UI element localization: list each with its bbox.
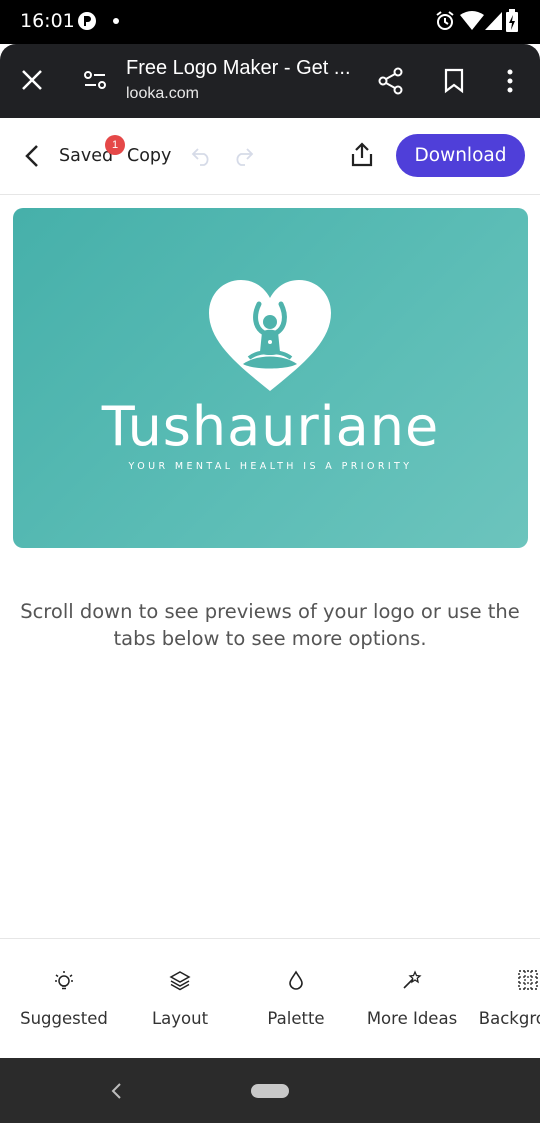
wifi-icon [460, 11, 484, 30]
page-url[interactable]: looka.com [126, 85, 199, 103]
home-pill[interactable] [251, 1084, 289, 1098]
notification-badge: 1 [105, 135, 125, 155]
logo-tagline: YOUR MENTAL HEALTH IS A PRIORITY [128, 461, 413, 472]
alarm-icon [436, 11, 454, 30]
tab-background[interactable]: Background [468, 939, 540, 1059]
tab-layout[interactable]: Layout [120, 939, 240, 1059]
nav-back-icon[interactable] [110, 1082, 122, 1100]
helper-text: Scroll down to see previews of your logo… [20, 600, 520, 650]
cellular-signal-icon [485, 12, 502, 30]
tab-label: Background [478, 1009, 540, 1028]
system-navigation-bar [0, 1058, 540, 1123]
back-chevron-icon[interactable] [24, 144, 40, 168]
tab-label: Suggested [20, 1009, 108, 1028]
bookmark-icon[interactable] [443, 68, 465, 94]
status-bar: 16:01 [0, 0, 540, 44]
download-button[interactable]: Download [396, 134, 525, 177]
site-settings-icon[interactable] [83, 68, 107, 92]
editor-toolbar: Saved 1 Copy Download [0, 118, 540, 195]
lightbulb-icon [55, 971, 73, 990]
redo-icon[interactable] [232, 146, 254, 166]
grid-icon [518, 970, 538, 990]
logo-brand-name: Tushauriane [101, 395, 440, 458]
export-share-icon[interactable] [350, 142, 374, 168]
magic-wand-icon [403, 970, 422, 989]
tab-label: Layout [151, 1009, 209, 1028]
tab-more-ideas[interactable]: More Ideas [352, 939, 472, 1059]
tab-palette[interactable]: Palette [236, 939, 356, 1059]
copy-button[interactable]: Copy [127, 146, 171, 166]
undo-icon[interactable] [191, 146, 213, 166]
tab-label: Palette [267, 1009, 325, 1028]
browser-toolbar: Free Logo Maker - Get ... looka.com [0, 44, 540, 118]
status-time: 16:01 [20, 10, 75, 32]
bottom-tab-bar: Suggested Layout Palette More Ideas Back… [0, 938, 540, 1059]
close-icon[interactable] [21, 69, 43, 91]
droplet-icon [289, 970, 303, 990]
page-title: Free Logo Maker - Get ... [126, 57, 351, 79]
heart-yoga-logo-icon [209, 280, 331, 391]
app-notification-icon [78, 12, 96, 30]
share-icon[interactable] [378, 67, 404, 95]
tab-label: More Ideas [366, 1009, 458, 1028]
tab-suggested[interactable]: Suggested [4, 939, 124, 1059]
layers-icon [169, 971, 191, 991]
notification-dot-icon [113, 18, 119, 24]
battery-icon [506, 9, 518, 32]
more-options-icon[interactable] [505, 68, 515, 94]
logo-preview[interactable]: Tushauriane YOUR MENTAL HEALTH IS A PRIO… [13, 208, 528, 548]
